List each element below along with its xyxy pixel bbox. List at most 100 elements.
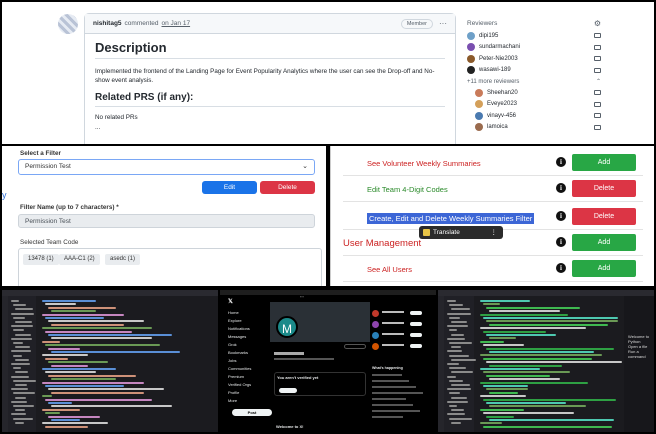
filter-select[interactable]: Permission Test ⌄: [18, 159, 315, 175]
post-button[interactable]: Post: [232, 409, 272, 416]
explorer-entry[interactable]: [11, 312, 34, 315]
explorer-entry[interactable]: [13, 417, 33, 420]
explorer-entry[interactable]: [447, 325, 468, 328]
info-icon[interactable]: i: [556, 183, 566, 193]
explorer-entry[interactable]: [447, 337, 465, 340]
reviewer-item[interactable]: Sheehan20: [475, 87, 607, 99]
reviewer-item[interactable]: wasawi-189: [467, 65, 607, 77]
explorer-entry[interactable]: [11, 363, 30, 365]
team-code-box[interactable]: 13478 (1) AAA-C1 (2) asedc (1): [18, 248, 322, 286]
explorer-entry[interactable]: [447, 388, 471, 391]
explorer-entry[interactable]: [449, 417, 472, 420]
nav-item[interactable]: Premium: [228, 374, 244, 379]
nav-item[interactable]: Home: [228, 310, 239, 315]
reviewer-item[interactable]: Peter-Nie2003: [467, 53, 607, 65]
explorer-entry[interactable]: [449, 316, 460, 319]
explorer-entry[interactable]: [447, 400, 468, 403]
edit-button[interactable]: Edit: [202, 181, 257, 194]
add-permission-button[interactable]: Add: [572, 154, 636, 171]
info-icon[interactable]: i: [556, 211, 566, 221]
explorer-entry[interactable]: [449, 354, 469, 357]
team-code-chip[interactable]: 13478 (1): [23, 254, 59, 265]
info-icon[interactable]: i: [556, 157, 566, 167]
get-verified-button[interactable]: [279, 388, 297, 393]
reviewer-item[interactable]: sundarmachani: [467, 42, 607, 54]
add-permission-button[interactable]: Add: [572, 234, 636, 251]
explorer-entry[interactable]: [15, 358, 29, 361]
explorer-entry[interactable]: [15, 421, 24, 424]
explorer-entry[interactable]: [451, 333, 464, 336]
explorer-entry[interactable]: [13, 367, 21, 370]
nav-item[interactable]: Explore: [228, 318, 242, 323]
explorer-entry[interactable]: [15, 396, 26, 399]
x-logo-icon[interactable]: 𝕏: [228, 298, 233, 305]
info-icon[interactable]: i: [556, 263, 566, 273]
explorer-entry[interactable]: [11, 375, 29, 378]
more-options-icon[interactable]: ···: [439, 19, 447, 28]
explorer-entry[interactable]: [15, 333, 31, 336]
suggested-avatar[interactable]: [372, 343, 379, 350]
profile-avatar[interactable]: M: [276, 316, 298, 338]
nav-item[interactable]: Communities: [228, 366, 251, 371]
team-code-chip[interactable]: AAA-C1 (2): [59, 254, 100, 265]
explorer-entry[interactable]: [15, 384, 27, 386]
nav-item[interactable]: Bookmarks: [228, 350, 248, 355]
team-code-chip[interactable]: asedc (1): [105, 254, 141, 265]
explorer-entry[interactable]: [11, 300, 19, 302]
more-reviewers-toggle[interactable]: +11 more reviewers ⌃: [467, 76, 607, 87]
suggested-avatar[interactable]: [372, 310, 379, 317]
explorer-entry[interactable]: [451, 421, 461, 424]
explorer-entry[interactable]: [13, 304, 26, 307]
nav-item[interactable]: Messages: [228, 334, 246, 339]
explorer-entry[interactable]: [15, 409, 25, 412]
explorer-entry[interactable]: [13, 342, 23, 344]
reviewer-item[interactable]: dipi195: [467, 30, 607, 42]
suggested-avatar[interactable]: [372, 321, 379, 328]
explorer-entry[interactable]: [11, 388, 28, 391]
explorer-entry[interactable]: [15, 346, 30, 349]
suggested-avatar[interactable]: [372, 332, 379, 339]
explorer-entry[interactable]: [451, 321, 467, 323]
explorer-entry[interactable]: [451, 346, 461, 349]
explorer-entry[interactable]: [449, 342, 472, 344]
explorer-entry[interactable]: [11, 337, 32, 340]
explorer-entry[interactable]: [449, 367, 466, 370]
delete-permission-button[interactable]: Delete: [572, 180, 636, 197]
edit-profile-button[interactable]: [344, 344, 366, 349]
explorer-entry[interactable]: [447, 363, 459, 365]
follow-button[interactable]: [410, 344, 422, 348]
add-permission-button[interactable]: Add: [572, 260, 636, 277]
nav-item[interactable]: More: [228, 398, 237, 403]
explorer-entry[interactable]: [13, 379, 36, 382]
explorer-entry[interactable]: [449, 405, 457, 407]
explorer-entry[interactable]: [451, 409, 464, 412]
explorer-entry[interactable]: [447, 300, 456, 302]
explorer-entry[interactable]: [451, 396, 467, 399]
filter-name-input[interactable]: Permission Test: [18, 214, 315, 228]
explorer-entry[interactable]: [451, 358, 476, 361]
explorer-entry[interactable]: [449, 304, 463, 307]
nav-item[interactable]: Notifications: [228, 326, 250, 331]
info-icon[interactable]: i: [556, 237, 566, 247]
delete-permission-button[interactable]: Delete: [572, 208, 636, 225]
explorer-entry[interactable]: [451, 384, 470, 386]
explorer-entry[interactable]: [13, 405, 34, 407]
nav-item[interactable]: Grok: [228, 342, 237, 347]
reviewer-item[interactable]: Eveye2023: [475, 99, 607, 111]
reviewer-item[interactable]: vinayv-456: [475, 110, 607, 122]
explorer-entry[interactable]: [449, 379, 463, 382]
follow-button[interactable]: [410, 333, 422, 337]
follow-button[interactable]: [410, 311, 422, 315]
author-avatar[interactable]: [58, 14, 78, 34]
explorer-entry[interactable]: [13, 316, 25, 319]
nav-item[interactable]: Profile: [228, 390, 239, 395]
gear-icon[interactable]: ⚙: [594, 19, 601, 28]
nav-item[interactable]: Jobs: [228, 358, 236, 363]
explorer-entry[interactable]: [11, 325, 33, 328]
reviewer-item[interactable]: lamoica: [475, 122, 607, 134]
comment-date[interactable]: on Jan 17: [162, 20, 191, 27]
explorer-entry[interactable]: [11, 400, 27, 403]
follow-button[interactable]: [410, 322, 422, 326]
delete-button[interactable]: Delete: [260, 181, 315, 194]
nav-item[interactable]: Verified Orgs: [228, 382, 251, 387]
